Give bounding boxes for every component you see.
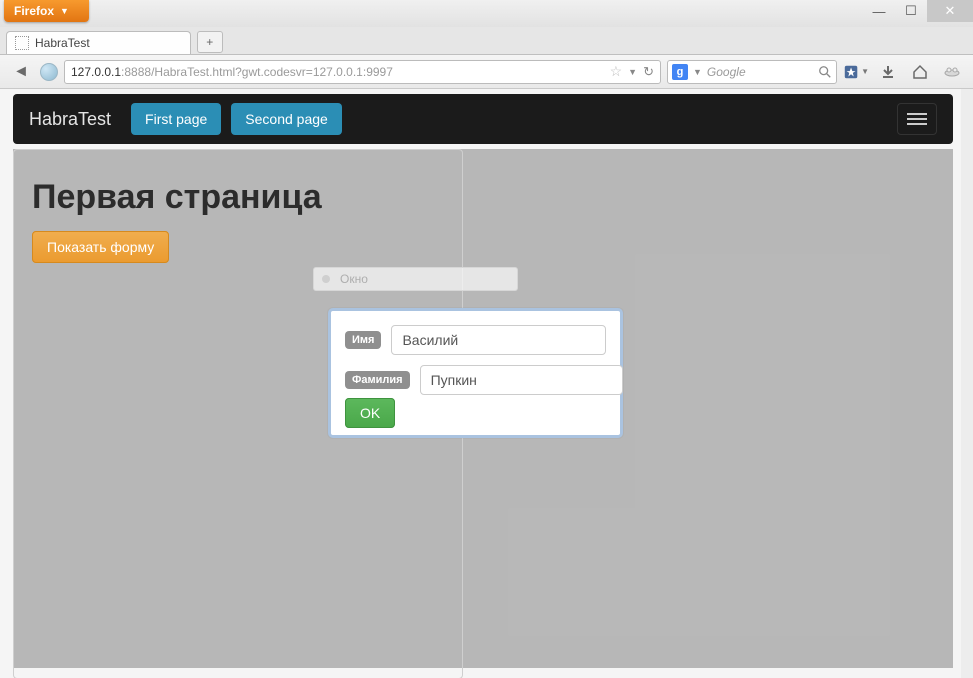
chevron-down-icon: ▼ [60,6,69,16]
surname-input[interactable] [420,365,623,395]
addon-icon[interactable] [939,59,965,85]
downloads-button[interactable] [875,59,901,85]
window-dot-icon [322,275,330,283]
google-icon: g [672,64,688,80]
nav-second-page[interactable]: Second page [231,103,342,135]
browser-tab[interactable]: HabraTest [6,31,191,54]
navbar-brand[interactable]: HabraTest [29,109,111,130]
address-toolbar: ◄ 127.0.0.1:8888/HabraTest.html?gwt.code… [0,55,973,89]
bookmark-star-icon[interactable]: ☆ [610,63,623,80]
tab-strip: HabraTest + [0,27,973,55]
tab-title: HabraTest [35,36,90,50]
form-modal: Имя Фамилия OK [328,308,623,438]
vertical-scrollbar[interactable] [961,89,973,678]
window-controls: — ☐ ✕ [863,0,973,22]
hamburger-bar-icon [907,123,927,125]
minimize-button[interactable]: — [863,0,895,22]
window-title: Окно [340,272,368,286]
modal-backdrop: Первая страница Показать форму Окно Имя … [13,149,953,668]
content-viewport: HabraTest First page Second page Первая … [0,89,973,678]
firefox-label: Firefox [14,4,54,18]
search-placeholder: Google [707,65,813,79]
bookmark-menu-button[interactable]: ▼ [843,59,869,85]
page-title: Первая страница [32,178,444,217]
form-row-name: Имя [345,325,606,355]
show-form-button[interactable]: Показать форму [32,231,169,263]
hamburger-bar-icon [907,113,927,115]
page-icon [15,36,29,50]
maximize-button[interactable]: ☐ [895,0,927,22]
surname-label: Фамилия [345,371,410,389]
url-dropdown-icon[interactable]: ▼ [628,67,637,77]
reload-icon[interactable]: ↻ [643,64,654,80]
name-label: Имя [345,331,381,349]
search-bar[interactable]: g ▼ Google [667,60,837,84]
new-tab-button[interactable]: + [197,31,223,53]
nav-first-page[interactable]: First page [131,103,221,135]
firefox-menu-button[interactable]: Firefox ▼ [4,0,89,22]
form-row-surname: Фамилия [345,365,606,395]
hamburger-bar-icon [907,118,927,120]
plus-icon: + [206,35,213,49]
back-button[interactable]: ◄ [8,59,34,85]
window-titlebar[interactable]: Окно [313,267,518,291]
close-button[interactable]: ✕ [927,0,973,22]
search-engine-dropdown-icon[interactable]: ▼ [693,67,702,77]
search-icon[interactable] [818,65,832,79]
page-content: HabraTest First page Second page Первая … [13,94,953,668]
url-bar[interactable]: 127.0.0.1:8888/HabraTest.html?gwt.codesv… [64,60,661,84]
name-input[interactable] [391,325,606,355]
firefox-titlebar: Firefox ▼ — ☐ ✕ [0,0,973,27]
ok-button[interactable]: OK [345,398,395,428]
navbar-toggle[interactable] [897,103,937,135]
site-identity-icon[interactable] [40,63,58,81]
home-button[interactable] [907,59,933,85]
app-navbar: HabraTest First page Second page [13,94,953,144]
url-text: 127.0.0.1:8888/HabraTest.html?gwt.codesv… [71,65,604,79]
